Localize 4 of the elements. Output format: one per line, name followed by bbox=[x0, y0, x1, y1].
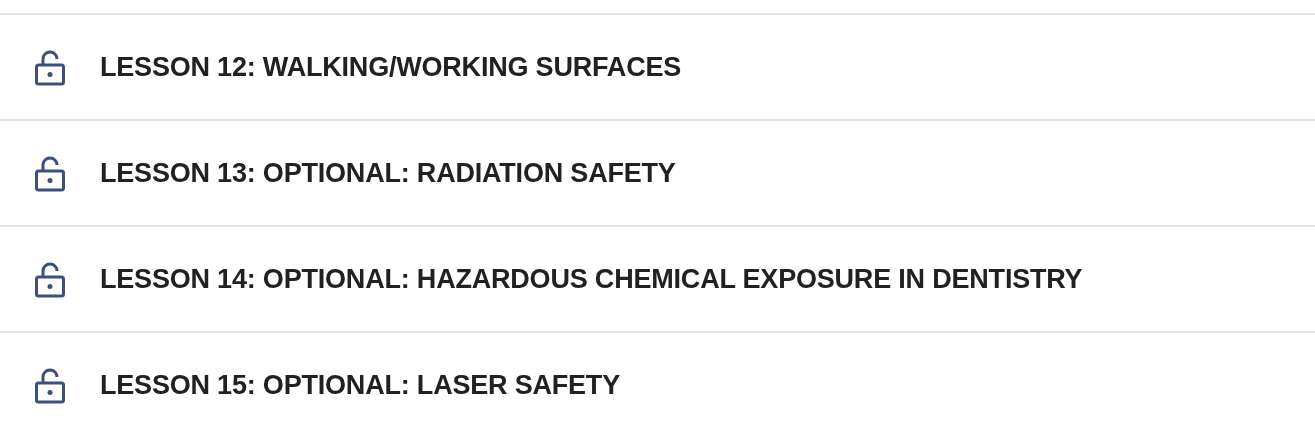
lesson-title[interactable]: LESSON 13: OPTIONAL: RADIATION SAFETY bbox=[100, 157, 676, 189]
lesson-title[interactable]: LESSON 15: OPTIONAL: LASER SAFETY bbox=[100, 369, 620, 401]
lesson-title[interactable]: LESSON 12: WALKING/WORKING SURFACES bbox=[100, 51, 682, 83]
lesson-title[interactable]: LESSON 14: OPTIONAL: HAZARDOUS CHEMICAL EXPOSURE IN DENTISTRY bbox=[100, 263, 1083, 295]
